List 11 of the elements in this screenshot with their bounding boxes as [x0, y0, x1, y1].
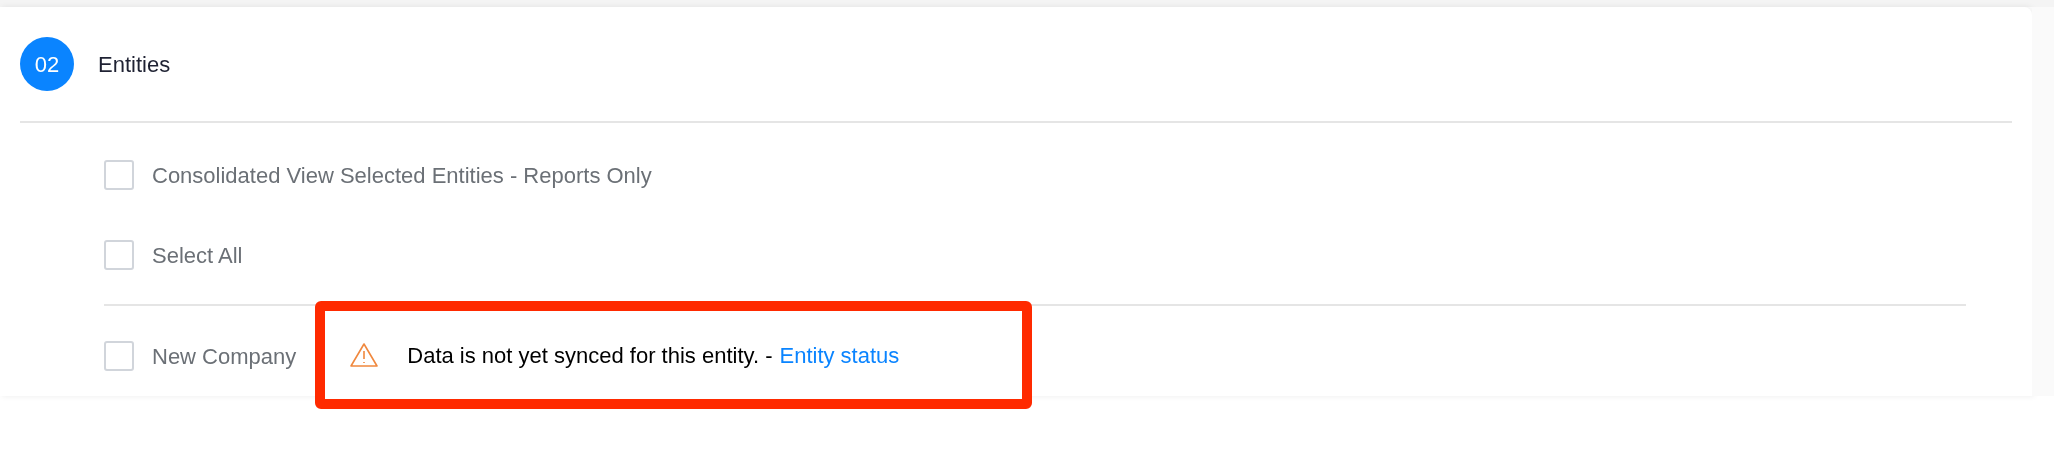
checkbox-label: Select All [152, 241, 243, 270]
checkbox-label: Consolidated View Selected Entities - Reports Only [152, 161, 652, 190]
checkbox-label: New Company [152, 342, 297, 371]
step-number: 02 [20, 37, 74, 91]
section-title: Entities [98, 50, 171, 79]
warning-message: Data is not yet synced for this entity. - [407, 341, 773, 370]
checkbox[interactable] [104, 160, 134, 190]
warning-icon [349, 342, 380, 368]
entity-status-link[interactable]: Entity status [779, 338, 900, 372]
checkbox[interactable] [104, 240, 134, 270]
checkbox[interactable] [104, 341, 134, 371]
